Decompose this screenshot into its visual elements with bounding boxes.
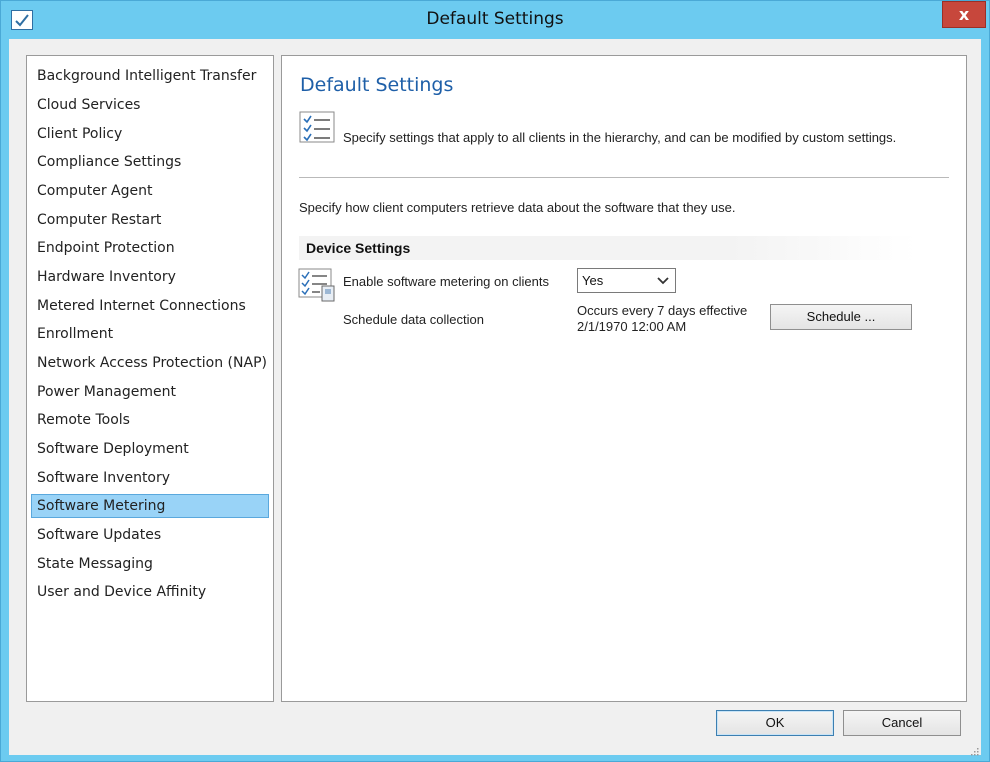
nav-item-state-messaging[interactable]: State Messaging	[31, 552, 269, 576]
ok-button[interactable]: OK	[716, 710, 834, 736]
nav-item-software-inventory[interactable]: Software Inventory	[31, 466, 269, 490]
nav-item-computer-restart[interactable]: Computer Restart	[31, 208, 269, 232]
nav-item-metered-internet-connections[interactable]: Metered Internet Connections	[31, 294, 269, 318]
metering-settings-icon	[298, 268, 336, 302]
nav-item-user-and-device-affinity[interactable]: User and Device Affinity	[31, 580, 269, 604]
nav-item-software-deployment[interactable]: Software Deployment	[31, 437, 269, 461]
close-button[interactable]: x	[942, 1, 986, 28]
nav-item-enrollment[interactable]: Enrollment	[31, 322, 269, 346]
nav-item-software-metering[interactable]: Software Metering	[31, 494, 269, 518]
nav-item-remote-tools[interactable]: Remote Tools	[31, 408, 269, 432]
settings-panel: Default Settings Specify settings that a…	[281, 55, 967, 702]
nav-item-compliance-settings[interactable]: Compliance Settings	[31, 150, 269, 174]
schedule-summary: Occurs every 7 days effective 2/1/1970 1…	[577, 303, 747, 335]
resize-grip-icon[interactable]	[969, 743, 979, 756]
section-description: Specify how client computers retrieve da…	[299, 200, 736, 215]
schedule-summary-line1: Occurs every 7 days effective	[577, 303, 748, 318]
settings-nav-list[interactable]: Background Intelligent Transfer Cloud Se…	[26, 55, 274, 702]
close-icon: x	[958, 5, 970, 24]
panel-description: Specify settings that apply to all clien…	[343, 130, 897, 145]
nav-item-background-intelligent-transfer[interactable]: Background Intelligent Transfer	[31, 64, 269, 88]
nav-item-hardware-inventory[interactable]: Hardware Inventory	[31, 265, 269, 289]
nav-item-software-updates[interactable]: Software Updates	[31, 523, 269, 547]
nav-item-network-access-protection[interactable]: Network Access Protection (NAP)	[31, 351, 269, 375]
schedule-label: Schedule data collection	[343, 312, 484, 327]
cancel-button[interactable]: Cancel	[843, 710, 961, 736]
group-header-device-settings: Device Settings	[299, 236, 916, 260]
dialog-window: Default Settings x Background Intelligen…	[0, 0, 990, 762]
schedule-button[interactable]: Schedule ...	[770, 304, 912, 330]
nav-item-computer-agent[interactable]: Computer Agent	[31, 179, 269, 203]
divider	[299, 177, 949, 178]
title-bar[interactable]: Default Settings x	[1, 1, 989, 39]
nav-item-cloud-services[interactable]: Cloud Services	[31, 93, 269, 117]
schedule-summary-line2: 2/1/1970 12:00 AM	[577, 319, 687, 334]
dialog-body: Background Intelligent Transfer Cloud Se…	[9, 39, 981, 756]
nav-item-client-policy[interactable]: Client Policy	[31, 122, 269, 146]
checklist-icon	[299, 111, 335, 143]
window-title: Default Settings	[426, 9, 564, 29]
nav-item-endpoint-protection[interactable]: Endpoint Protection	[31, 236, 269, 260]
chevron-down-icon[interactable]	[654, 271, 672, 290]
nav-item-power-management[interactable]: Power Management	[31, 380, 269, 404]
enable-metering-select[interactable]: Yes	[577, 268, 676, 293]
page-title: Default Settings	[300, 74, 454, 96]
enable-metering-value: Yes	[582, 273, 604, 288]
enable-metering-label: Enable software metering on clients	[343, 274, 549, 289]
